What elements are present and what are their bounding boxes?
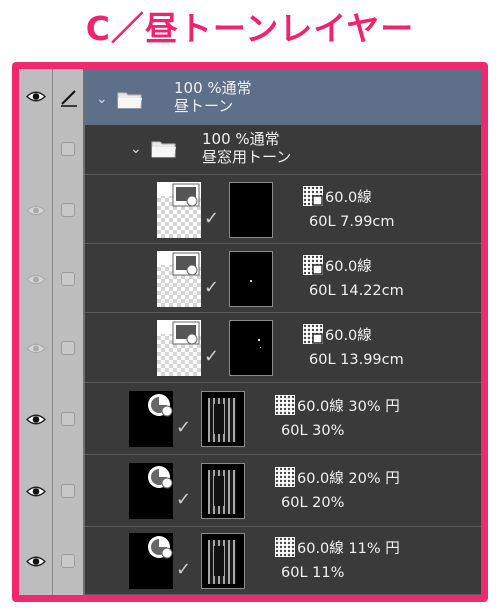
layer-mask-thumbnail[interactable]: [229, 182, 273, 238]
layer-name-label: 60L 30%: [281, 423, 345, 439]
row-divider: [85, 594, 481, 595]
chevron-down-icon[interactable]: ⌄: [96, 91, 108, 107]
tone-setting-label: 60.0線: [325, 259, 372, 275]
tone-pattern-icon: [303, 324, 323, 344]
layer-thumbnail[interactable]: [157, 251, 201, 307]
layer-mask-thumbnail[interactable]: [229, 251, 273, 307]
visibility-checkbox[interactable]: [61, 142, 75, 156]
pen-icon[interactable]: [59, 87, 79, 107]
tone-setting-label: 60.0線 30% 円: [297, 399, 400, 415]
layer-mask-thumbnail[interactable]: [201, 391, 245, 447]
lock-checkbox[interactable]: [61, 484, 75, 498]
layer-mask-thumbnail[interactable]: [201, 533, 245, 589]
tone-layer-row[interactable]: ✓ 60.0線 60L 14.22cm: [19, 244, 481, 313]
eye-icon[interactable]: [26, 555, 46, 568]
group-blend-label: 100 %通常: [174, 79, 252, 97]
tone-setting-label: 60.0線 11% 円: [297, 541, 400, 557]
lock-checkbox[interactable]: [61, 554, 75, 568]
tone-pattern-icon: [275, 395, 295, 415]
tone-layer-row[interactable]: ✓ 60.0線 60L 13.99cm: [19, 313, 481, 383]
tone-layer-row[interactable]: ✓ 60.0線 20% 円 60L 20%: [19, 455, 481, 527]
layer-group-row[interactable]: ⌄ 100 %通常 昼窓用トーン: [19, 125, 481, 175]
link-check-icon: ✓: [176, 559, 192, 580]
link-check-icon: ✓: [204, 208, 220, 229]
lock-checkbox[interactable]: [61, 412, 75, 426]
tone-layer-row[interactable]: ✓ 60.0線 11% 円 60L 11%: [19, 527, 481, 595]
tone-pattern-icon: [303, 186, 323, 206]
layer-name-label: 60L 11%: [281, 565, 345, 581]
lock-checkbox[interactable]: [61, 341, 75, 355]
group-name-label: 昼トーン: [174, 97, 234, 115]
layer-thumbnail[interactable]: [129, 463, 173, 519]
layer-group-row[interactable]: ⌄ 100 %通常 昼トーン: [19, 69, 481, 125]
eye-icon[interactable]: [26, 413, 46, 426]
eye-icon[interactable]: [26, 90, 46, 103]
layer-thumbnail[interactable]: [129, 391, 173, 447]
layer-name-label: 60L 20%: [281, 495, 345, 511]
folder-icon: [151, 141, 176, 158]
tone-setting-label: 60.0線 20% 円: [297, 471, 400, 487]
lock-checkbox[interactable]: [61, 203, 75, 217]
lock-checkbox[interactable]: [61, 272, 75, 286]
eye-icon[interactable]: [26, 204, 46, 217]
tone-layer-row[interactable]: ✓ 60.0線 60L 7.99cm: [19, 175, 481, 244]
tone-pattern-icon: [275, 467, 295, 487]
tone-setting-label: 60.0線: [325, 328, 372, 344]
chevron-down-icon[interactable]: ⌄: [130, 141, 142, 157]
tone-pattern-icon: [275, 537, 295, 557]
layer-name-label: 60L 14.22cm: [309, 283, 404, 299]
layer-mask-thumbnail[interactable]: [201, 463, 245, 519]
group-name-label: 昼窓用トーン: [202, 148, 292, 166]
layer-name-label: 60L 7.99cm: [309, 214, 395, 230]
link-check-icon: ✓: [204, 346, 220, 367]
eye-icon[interactable]: [26, 485, 46, 498]
tone-pattern-icon: [303, 255, 323, 275]
folder-icon: [117, 92, 142, 109]
link-check-icon: ✓: [176, 417, 192, 438]
tone-layer-row[interactable]: ✓ 60.0線 30% 円 60L 30%: [19, 383, 481, 455]
layer-thumbnail[interactable]: [157, 182, 201, 238]
link-check-icon: ✓: [176, 489, 192, 510]
eye-icon[interactable]: [26, 273, 46, 286]
layer-panel: ⌄ 100 %通常 昼トーン ⌄ 100 %通常 昼窓用トーン ✓ 60.0線 60…: [12, 62, 488, 602]
layer-mask-thumbnail[interactable]: [229, 320, 273, 376]
layer-thumbnail[interactable]: [157, 320, 201, 376]
layer-thumbnail[interactable]: [129, 533, 173, 589]
group-blend-label: 100 %通常: [202, 130, 280, 148]
layer-name-label: 60L 13.99cm: [309, 352, 404, 368]
selection-highlight: [85, 69, 481, 125]
tone-setting-label: 60.0線: [325, 190, 372, 206]
eye-icon[interactable]: [26, 342, 46, 355]
page-title: C／昼トーンレイヤー: [85, 9, 415, 48]
link-check-icon: ✓: [204, 277, 220, 298]
